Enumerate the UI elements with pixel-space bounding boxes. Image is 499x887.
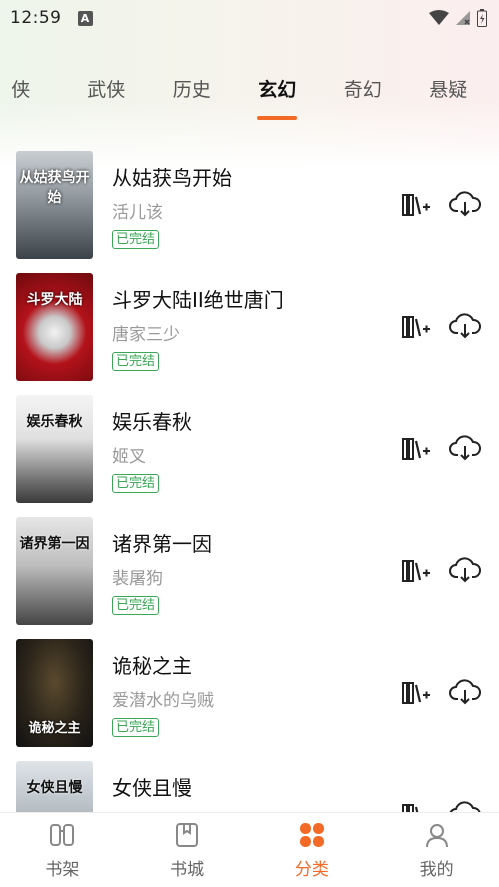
book-author: 爱潜水的乌贼	[112, 691, 214, 711]
book-row[interactable]: 娱乐春秋 娱乐春秋 姬叉 已完结	[0, 384, 499, 506]
book-author: 唐家三少	[112, 325, 180, 345]
cover-title-text: 娱乐春秋	[26, 414, 83, 430]
book-row[interactable]: 女侠且慢 女侠且慢	[0, 750, 499, 812]
battery-icon	[477, 9, 487, 27]
book-row[interactable]: 诸界第一因 诸界第一因 裴屠狗 已完结	[0, 506, 499, 628]
book-title[interactable]: 诡秘之主	[112, 650, 192, 679]
tab-item[interactable]: 奇幻	[320, 68, 406, 112]
tab-item[interactable]: 侠	[0, 68, 64, 112]
book-title[interactable]: 娱乐春秋	[112, 406, 192, 435]
book-cover[interactable]: 女侠且慢	[16, 761, 93, 812]
category-icon	[299, 823, 324, 847]
add-to-shelf-icon[interactable]	[401, 558, 431, 584]
cloud-download-icon[interactable]	[449, 435, 481, 461]
book-cover[interactable]: 娱乐春秋	[16, 395, 93, 503]
book-title[interactable]: 女侠且慢	[112, 772, 192, 801]
book-cover[interactable]: 斗罗大陆	[16, 273, 93, 381]
status-badge: 已完结	[112, 352, 160, 371]
tab-item-active[interactable]: 玄幻	[235, 68, 321, 120]
status-time: 12:59	[10, 8, 62, 28]
bookstore-icon	[176, 823, 199, 847]
status-badge: 已完结	[112, 718, 160, 737]
nav-label: 分类	[294, 860, 329, 880]
nav-label: 书架	[45, 860, 80, 880]
cover-title-text: 从姑获鸟开始	[19, 170, 90, 206]
notification-icon: A	[77, 10, 93, 26]
cover-title-text: 诡秘之主	[28, 721, 81, 736]
nav-profile[interactable]: 我的	[374, 813, 499, 887]
cloud-download-icon[interactable]	[449, 801, 481, 812]
tab-item[interactable]: 都	[491, 68, 499, 112]
book-author: 活儿该	[112, 203, 163, 223]
book-title[interactable]: 诸界第一因	[112, 528, 212, 557]
book-title[interactable]: 从姑获鸟开始	[112, 162, 232, 191]
bottom-navigation: 书架 书城 分类 我的	[0, 812, 499, 887]
book-cover[interactable]: 诸界第一因	[16, 517, 93, 625]
status-badge: 已完结	[112, 474, 160, 493]
cloud-download-icon[interactable]	[449, 679, 481, 705]
add-to-shelf-icon[interactable]	[401, 436, 431, 462]
tab-item[interactable]: 武侠	[64, 68, 150, 112]
status-badge: 已完结	[112, 596, 160, 615]
cover-title-text: 女侠且慢	[26, 780, 83, 796]
cloud-download-icon[interactable]	[449, 557, 481, 583]
nav-label: 书城	[170, 860, 205, 880]
cover-title-text: 诸界第一因	[19, 536, 90, 552]
nav-label: 我的	[419, 860, 454, 880]
book-cover[interactable]: 从姑获鸟开始	[16, 151, 93, 259]
add-to-shelf-icon[interactable]	[401, 802, 431, 812]
cell-signal-icon	[456, 11, 470, 25]
book-cover[interactable]: 诡秘之主	[16, 639, 93, 747]
add-to-shelf-icon[interactable]	[401, 314, 431, 340]
add-to-shelf-icon[interactable]	[401, 192, 431, 218]
book-list: 从姑获鸟开始 从姑获鸟开始 活儿该 已完结 斗罗大陆 斗罗大陆II绝世唐门 唐家…	[0, 140, 499, 812]
cloud-download-icon[interactable]	[449, 313, 481, 339]
nav-category[interactable]: 分类	[250, 813, 375, 887]
status-badge: 已完结	[112, 230, 160, 249]
book-author: 姬叉	[112, 447, 146, 467]
cover-title-text: 斗罗大陆	[26, 292, 83, 308]
book-title[interactable]: 斗罗大陆II绝世唐门	[112, 284, 284, 313]
tab-item[interactable]: 历史	[149, 68, 235, 112]
wifi-icon	[429, 10, 449, 25]
add-to-shelf-icon[interactable]	[401, 680, 431, 706]
category-tabs: 侠 武侠 历史 玄幻 奇幻 悬疑 都	[0, 68, 499, 124]
book-author: 裴屠狗	[112, 569, 163, 589]
book-row[interactable]: 斗罗大陆 斗罗大陆II绝世唐门 唐家三少 已完结	[0, 262, 499, 384]
bookshelf-icon	[50, 824, 75, 846]
profile-icon	[425, 824, 448, 848]
cloud-download-icon[interactable]	[449, 191, 481, 217]
nav-bookshelf[interactable]: 书架	[0, 813, 125, 887]
book-row[interactable]: 从姑获鸟开始 从姑获鸟开始 活儿该 已完结	[0, 140, 499, 262]
status-bar: 12:59 A	[0, 0, 499, 36]
nav-bookstore[interactable]: 书城	[125, 813, 250, 887]
book-row[interactable]: 诡秘之主 诡秘之主 爱潜水的乌贼 已完结	[0, 628, 499, 750]
tab-item[interactable]: 悬疑	[406, 68, 492, 112]
